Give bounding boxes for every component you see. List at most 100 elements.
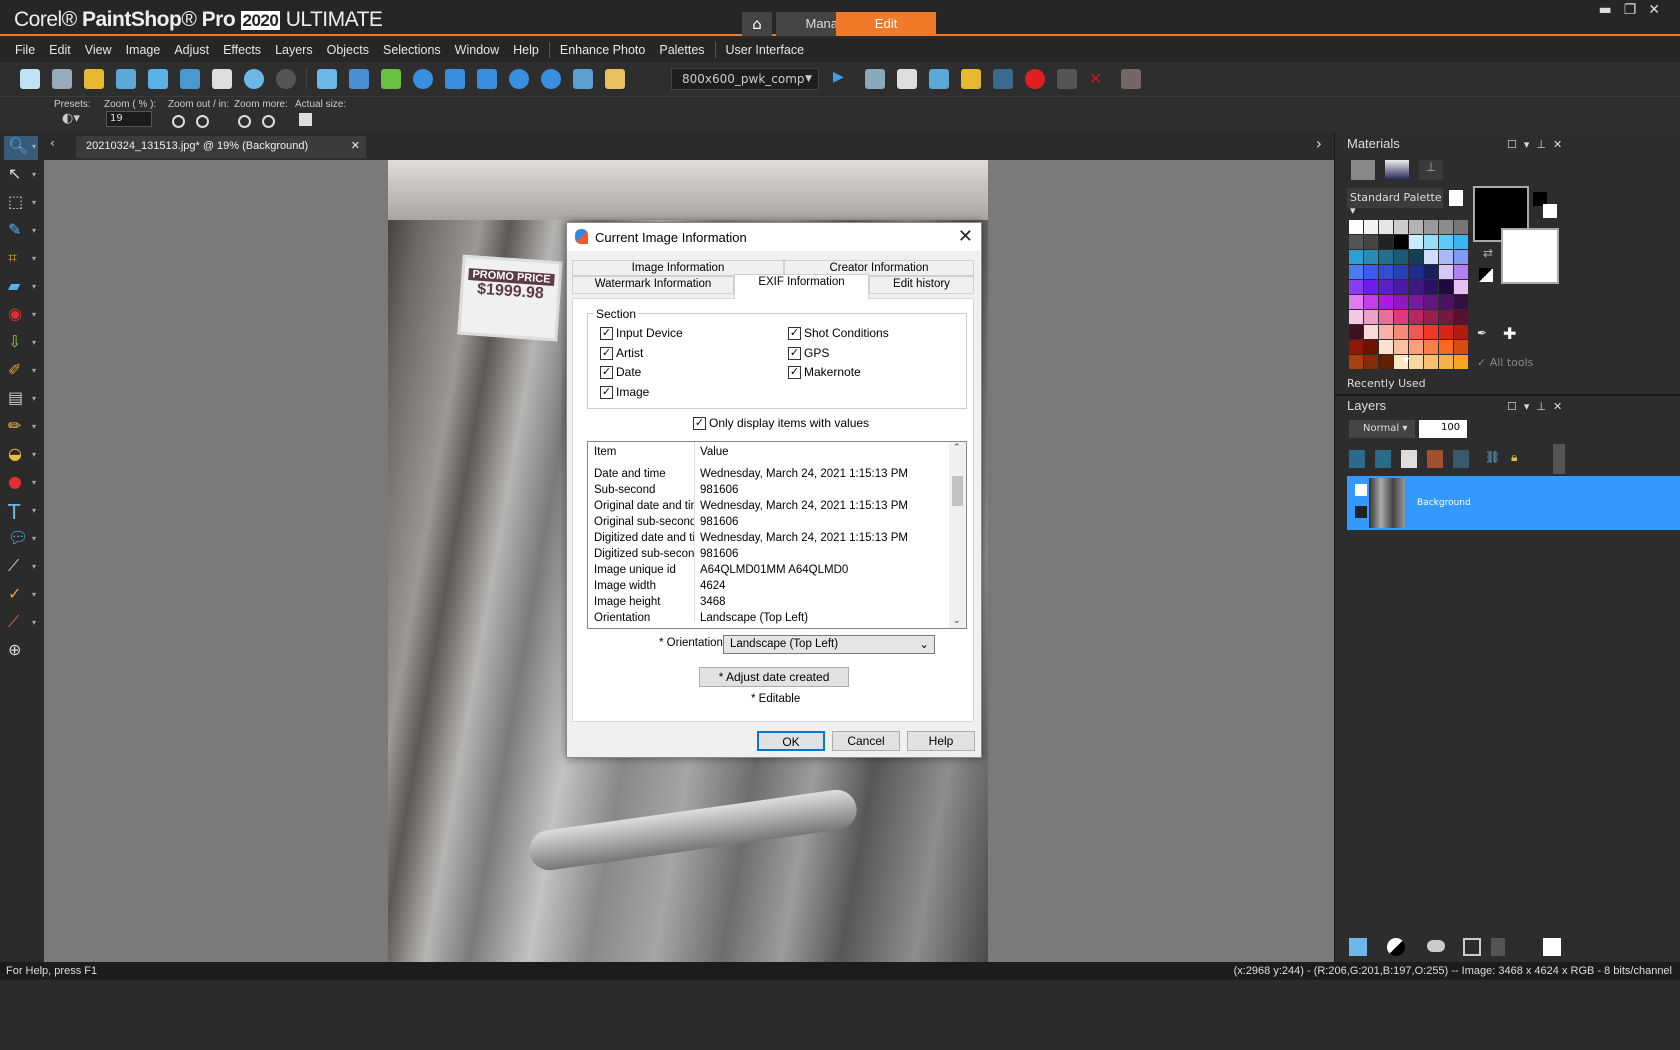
checkbox-only-display-values[interactable]: ✓ Only display items with values (693, 416, 869, 430)
color-swatch[interactable] (1364, 280, 1378, 294)
layer-eye-icon[interactable] (1355, 506, 1367, 518)
red-eye-tool[interactable]: ◉ (4, 304, 38, 328)
color-swatch[interactable] (1379, 340, 1393, 354)
color-swatch[interactable] (1379, 295, 1393, 309)
new-layer-icon[interactable] (1349, 938, 1367, 956)
run-script-icon[interactable]: ▶ (833, 69, 853, 89)
list-item[interactable]: Sub-second 981606 (588, 484, 948, 500)
layer-visibility-icon[interactable] (1401, 450, 1417, 468)
overview-icon[interactable] (573, 69, 593, 89)
adjust-tab-icon[interactable]: ⊥ (1419, 160, 1443, 180)
color-swatch[interactable] (1424, 355, 1438, 369)
menu-enhance-photo[interactable]: Enhance Photo (560, 43, 646, 57)
rotate-left-icon[interactable] (349, 69, 369, 89)
exif-list[interactable]: Item Value Date and time Wednesday, March … (587, 441, 967, 629)
list-item[interactable]: Digitized sub-second 981606 (588, 548, 948, 564)
opacity-input[interactable]: 100 (1419, 420, 1467, 438)
color-swatch[interactable] (1364, 325, 1378, 339)
tabs-scroll-left-icon[interactable]: ‹ (50, 136, 55, 150)
scan-icon[interactable] (116, 69, 136, 89)
small-background-swatch[interactable] (1543, 204, 1557, 218)
color-swatch[interactable] (1379, 250, 1393, 264)
color-swatch[interactable] (1394, 235, 1408, 249)
zoom-in-option-icon[interactable] (196, 115, 209, 128)
mask-icon[interactable] (1427, 940, 1445, 952)
edit-script-icon[interactable] (897, 69, 917, 89)
color-swatch[interactable] (1409, 280, 1423, 294)
zoom-more-in-icon[interactable] (262, 115, 275, 128)
color-swatch[interactable] (1409, 325, 1423, 339)
color-swatch[interactable] (1349, 280, 1363, 294)
open-script-icon[interactable] (961, 69, 981, 89)
color-swatch[interactable] (1394, 295, 1408, 309)
help-button[interactable]: Help (907, 731, 975, 751)
color-swatches[interactable] (1349, 220, 1468, 369)
save-script-icon[interactable] (1121, 69, 1141, 89)
color-swatch[interactable] (1424, 325, 1438, 339)
color-swatch[interactable] (1364, 250, 1378, 264)
color-swatch[interactable] (1364, 340, 1378, 354)
add-swatch-icon[interactable]: ✚ (1503, 324, 1516, 343)
background-color-swatch[interactable] (1501, 228, 1559, 284)
script-select[interactable]: 800x600_pwk_comp ▼ (671, 68, 819, 90)
color-swatch[interactable] (1424, 265, 1438, 279)
color-swatch[interactable] (1349, 265, 1363, 279)
checkbox-image[interactable]: ✓ Image (600, 385, 649, 399)
tab-exif-information[interactable]: EXIF Information (734, 274, 869, 299)
pen-tool[interactable]: ● (4, 472, 38, 496)
flood-fill-tool[interactable]: ◒ (4, 444, 38, 468)
tab-edit[interactable]: Edit (836, 12, 936, 36)
gradient-tab-icon[interactable] (1385, 160, 1409, 180)
menu-file[interactable]: File (15, 43, 35, 57)
actual-size-option-icon[interactable] (299, 113, 312, 126)
color-swatch[interactable] (1364, 310, 1378, 324)
selection-tool[interactable]: ⬚ (4, 192, 38, 216)
color-swatch[interactable] (1454, 340, 1468, 354)
list-item[interactable]: Orientation Landscape (Top Left) (588, 612, 948, 628)
paste-icon[interactable] (605, 69, 625, 89)
materials-panel-controls[interactable]: ☐▾⊥✕ (1507, 138, 1569, 151)
link-icon[interactable]: ⛓ (1485, 450, 1500, 464)
list-scrollbar[interactable]: ⌃ ⌄ (949, 442, 966, 628)
swatches-tab-icon[interactable] (1351, 160, 1375, 180)
color-swatch[interactable] (1409, 220, 1423, 234)
color-swatch[interactable] (1439, 355, 1453, 369)
restore-icon[interactable]: ❐ (1624, 2, 1649, 18)
list-item[interactable]: Image height 3468 (588, 596, 948, 612)
menu-edit[interactable]: Edit (49, 43, 71, 57)
list-item[interactable]: Original sub-second 981606 (588, 516, 948, 532)
tabs-scroll-right-icon[interactable]: › (1316, 134, 1322, 153)
color-swatch[interactable] (1439, 310, 1453, 324)
color-swatch[interactable] (1409, 265, 1423, 279)
orientation-select[interactable]: Landscape (Top Left) ⌄ (723, 635, 935, 654)
fit-window-icon[interactable] (477, 69, 497, 89)
warp-brush-tool[interactable]: ⟋ (4, 556, 38, 580)
color-swatch[interactable] (1379, 325, 1393, 339)
color-swatch[interactable] (1349, 295, 1363, 309)
menu-view[interactable]: View (85, 43, 112, 57)
layers-panel-controls[interactable]: ☐▾⊥✕ (1507, 400, 1569, 413)
color-swatch[interactable] (1439, 295, 1453, 309)
actual-size-icon[interactable] (445, 69, 465, 89)
close-icon[interactable]: ✕ (1648, 2, 1672, 18)
color-swatch[interactable] (1454, 280, 1468, 294)
menu-objects[interactable]: Objects (327, 43, 369, 57)
gradient-fill-tool[interactable]: ▤ (4, 388, 38, 412)
color-swatch[interactable] (1409, 310, 1423, 324)
menu-window[interactable]: Window (455, 43, 499, 57)
color-swatch[interactable] (1349, 250, 1363, 264)
cancel-button[interactable]: Cancel (832, 731, 900, 751)
checkbox-artist[interactable]: ✓ Artist (600, 346, 643, 360)
save-as-icon[interactable] (180, 69, 200, 89)
color-swatch[interactable] (1454, 235, 1468, 249)
color-swatch[interactable] (1439, 280, 1453, 294)
column-header-value[interactable]: Value (700, 446, 729, 458)
color-swatch[interactable] (1364, 355, 1378, 369)
text-tool[interactable]: T (4, 500, 38, 524)
undo-icon[interactable] (244, 69, 264, 89)
layer-options-icon[interactable] (1543, 938, 1561, 956)
lock-icon[interactable]: 🔒︎ (1511, 450, 1517, 465)
column-header-item[interactable]: Item (594, 446, 694, 458)
document-tab[interactable]: 20210324_131513.jpg* @ 19% (Background) ✕ (76, 136, 366, 158)
all-tools-checkbox[interactable]: ✓ All tools (1477, 356, 1533, 369)
